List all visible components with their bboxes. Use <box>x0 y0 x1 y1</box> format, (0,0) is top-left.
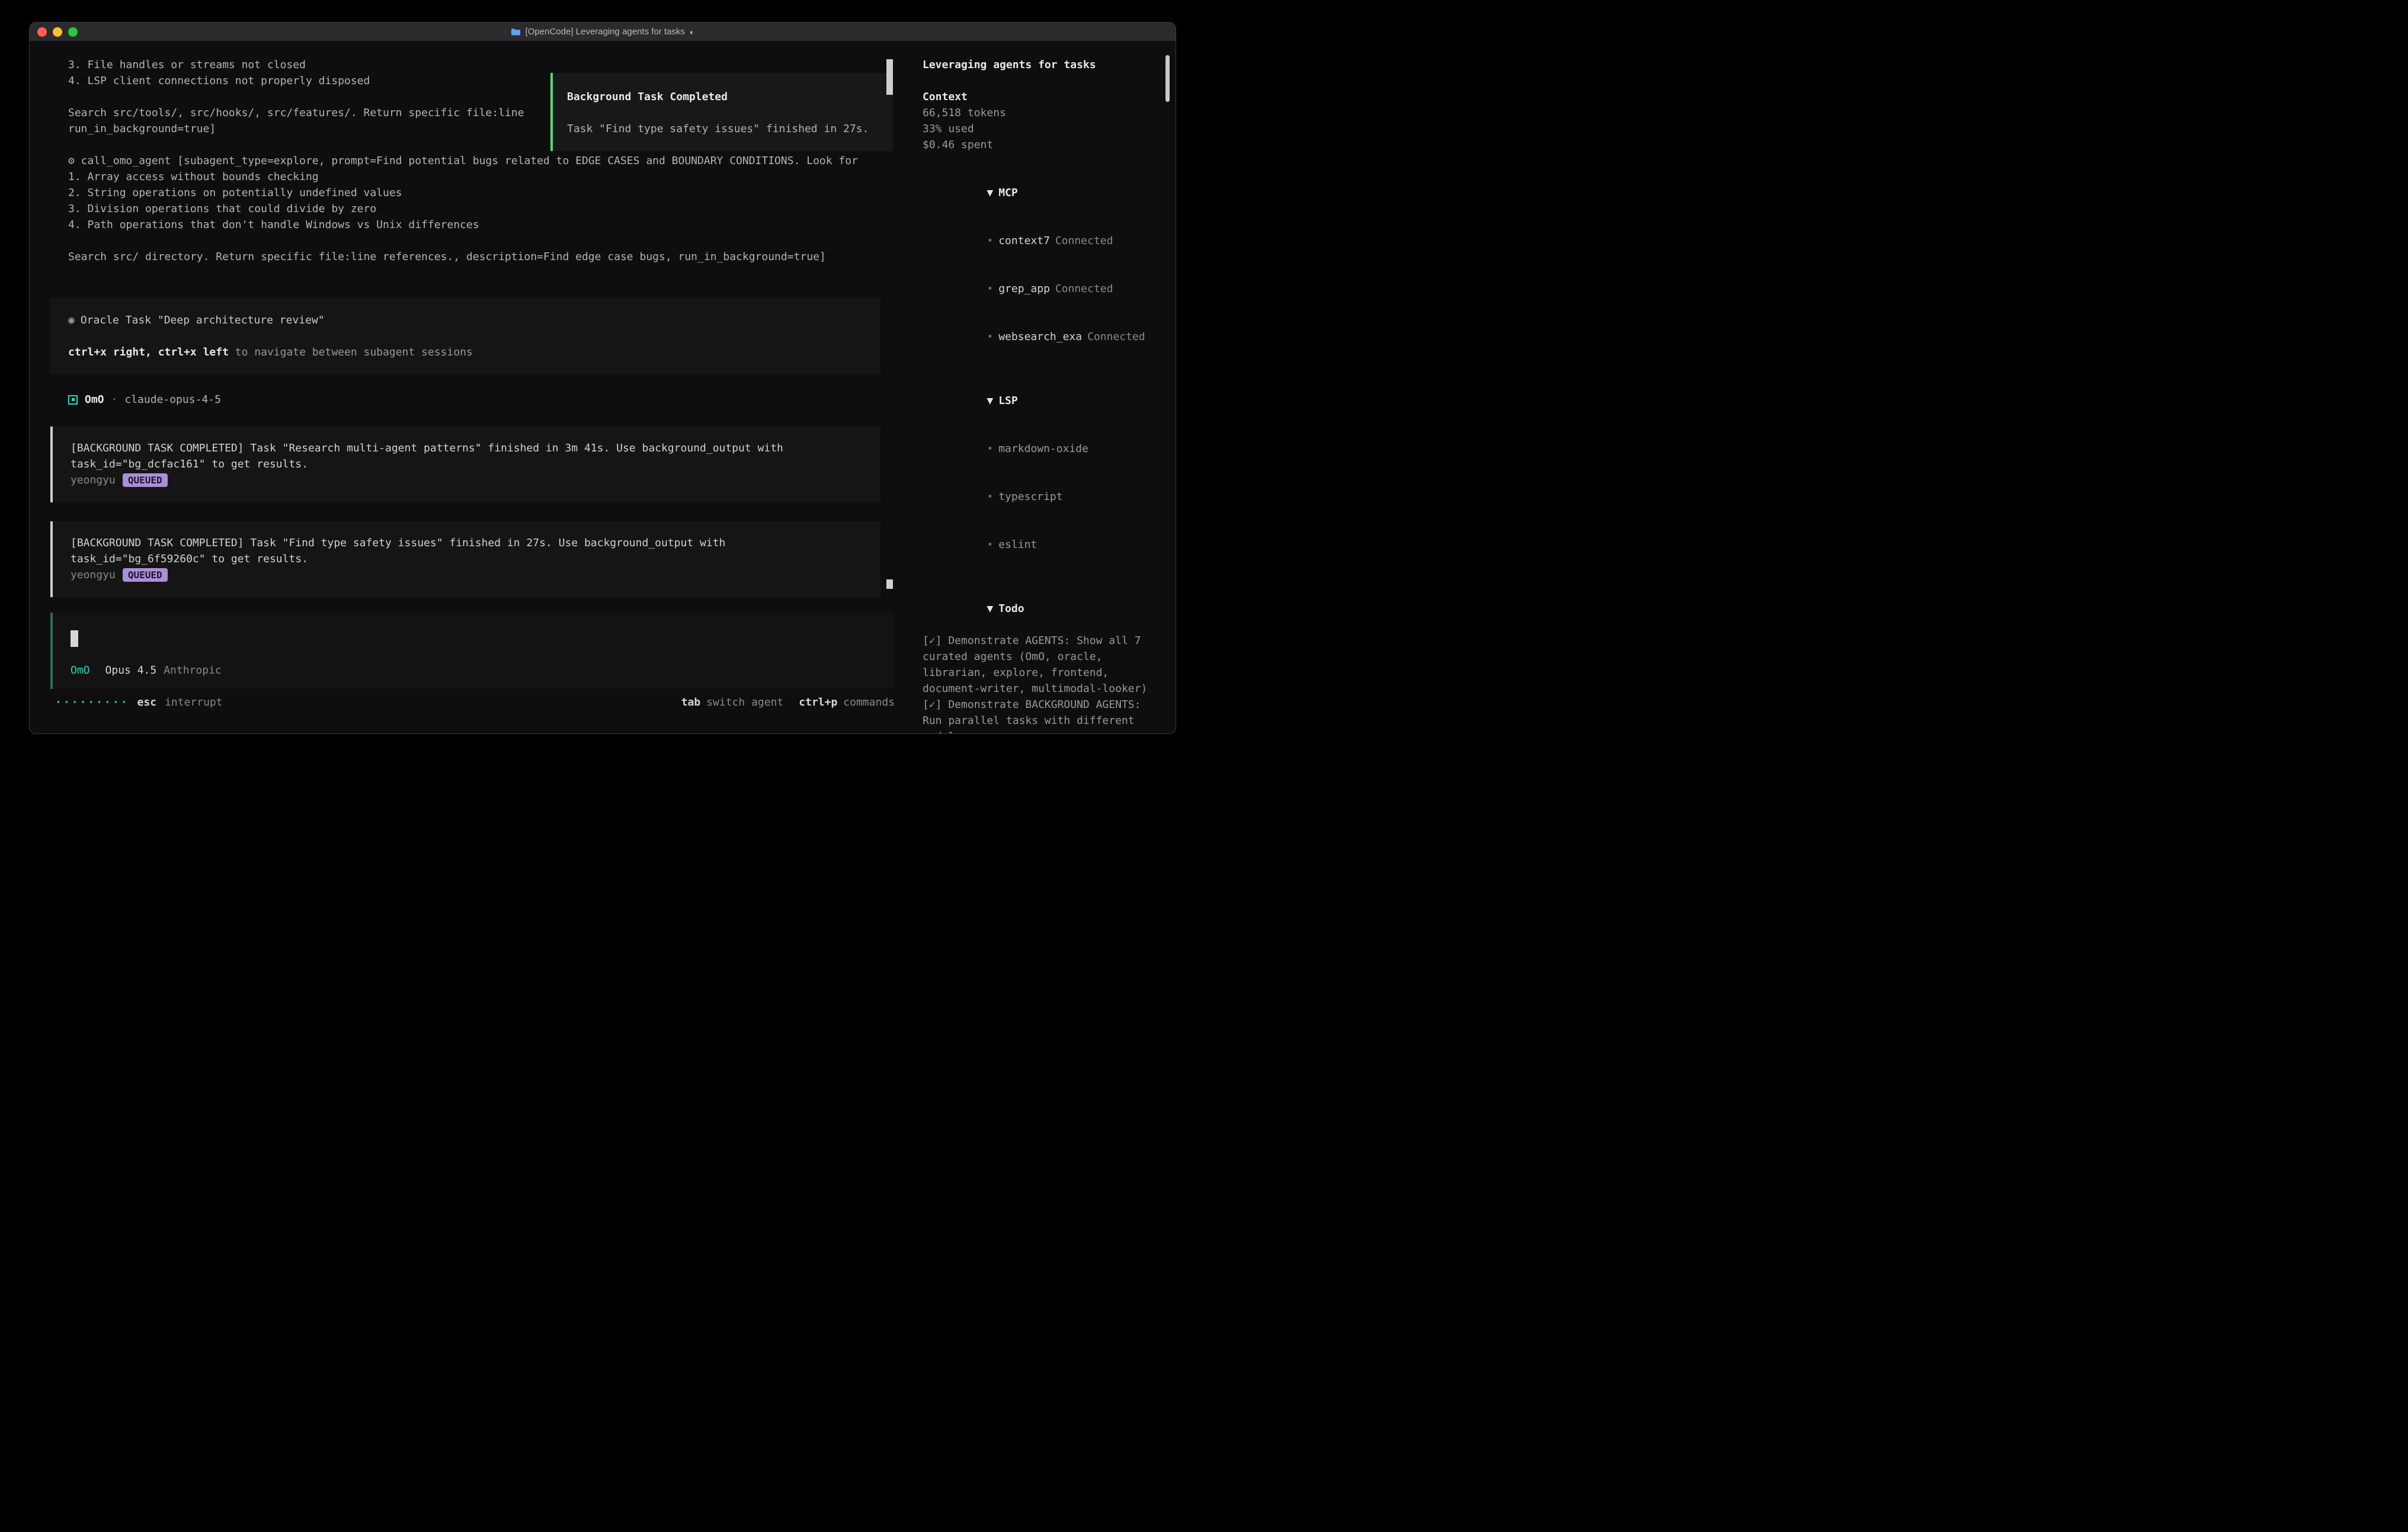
bullet-icon: • <box>987 443 993 455</box>
mcp-heading: MCP <box>998 187 1018 199</box>
mcp-status: Connected <box>1055 283 1113 295</box>
input-model-name: Opus 4.5 <box>105 662 157 678</box>
tab-key-label: tab <box>681 694 701 710</box>
mcp-name: websearch_exa <box>998 331 1082 343</box>
message-card: [BACKGROUND TASK COMPLETED] Task "Find t… <box>50 521 880 597</box>
message-meta: yeongyu QUEUED <box>71 472 880 488</box>
toast-title: Background Task Completed <box>567 89 893 105</box>
oracle-bullet-icon: ◉ <box>68 314 75 326</box>
agent-separator: · <box>111 392 118 408</box>
status-bar: ········· esc interrupt tab switch agent… <box>55 694 895 710</box>
agent-header: OmO · claude-opus-4-5 <box>68 392 221 408</box>
ctrlp-hint: commands <box>843 694 895 710</box>
lsp-heading: LSP <box>998 395 1018 407</box>
bullet-icon: • <box>987 539 993 551</box>
agent-square-dot <box>72 398 75 401</box>
message-text-line1: [BACKGROUND TASK COMPLETED] Task "Resear… <box>71 440 880 456</box>
message-user: yeongyu <box>71 472 116 488</box>
mcp-section-header[interactable]: ▼ MCP <box>923 169 1163 217</box>
app-content: 3. File handles or streams not closed 4.… <box>30 41 1176 733</box>
esc-hint: interrupt <box>165 694 223 710</box>
mcp-status: Connected <box>1055 235 1113 247</box>
chat-pane[interactable]: 3. File handles or streams not closed 4.… <box>30 41 910 733</box>
bullet-icon: • <box>987 491 993 503</box>
bullet-icon: • <box>987 283 993 295</box>
window-title-area: [OpenCode] Leveraging agents for tasks ◐ <box>30 23 1176 41</box>
lsp-name: markdown-oxide <box>998 443 1088 455</box>
context-tokens: 66,518 tokens <box>923 105 1163 121</box>
lsp-section-header[interactable]: ▼ LSP <box>923 377 1163 425</box>
statusbar-right: tab switch agent ctrl+p commands <box>681 694 895 710</box>
message-card: [BACKGROUND TASK COMPLETED] Task "Resear… <box>50 427 880 502</box>
toast-body: Task "Find type safety issues" finished … <box>567 121 893 137</box>
oracle-hint-keys: ctrl+x right, ctrl+x left <box>68 346 229 358</box>
input-agent-name: OmO <box>71 662 90 678</box>
session-sidebar: Leveraging agents for tasks Context 66,5… <box>910 41 1176 733</box>
message-text-line2: task_id="bg_6f59260c" to get results. <box>71 551 880 567</box>
mcp-status: Connected <box>1087 331 1145 343</box>
text-cursor <box>71 630 78 647</box>
ctrlp-key-label: ctrl+p <box>799 694 837 710</box>
todo-section-header[interactable]: ▼ Todo <box>923 585 1163 633</box>
lsp-name: typescript <box>998 491 1062 503</box>
appearance-moon-icon: ◐ <box>690 27 694 37</box>
mcp-name: grep_app <box>998 283 1050 295</box>
agent-model: claude-opus-4-5 <box>124 392 221 408</box>
context-used: 33% used <box>923 121 1163 137</box>
opencode-window: [OpenCode] Leveraging agents for tasks ◐… <box>29 22 1176 734</box>
chat-scrollbar-bottom-marker[interactable] <box>886 579 893 589</box>
esc-key-label: esc <box>137 694 157 710</box>
oracle-task-title: ◉ Oracle Task "Deep architecture review" <box>68 312 880 328</box>
tab-hint: switch agent <box>706 694 783 710</box>
oracle-hint-text: to navigate between subagent sessions <box>229 346 473 358</box>
chevron-down-icon: ▼ <box>987 602 993 615</box>
bullet-icon: • <box>987 331 993 343</box>
lsp-item: • markdown-oxide <box>923 425 1163 473</box>
todo-heading: Todo <box>998 602 1024 615</box>
queued-badge: QUEUED <box>123 473 168 487</box>
mcp-item: • websearch_exa Connected <box>923 313 1163 361</box>
message-text-line2: task_id="bg_dcfac161" to get results. <box>71 456 880 472</box>
agent-square-icon <box>68 395 78 405</box>
session-title: Leveraging agents for tasks <box>923 57 1163 73</box>
queued-badge: QUEUED <box>123 568 168 582</box>
todo-item: [✓] Demonstrate BACKGROUND AGENTS: Run p… <box>923 697 1163 734</box>
message-text-line1: [BACKGROUND TASK COMPLETED] Task "Find t… <box>71 535 880 551</box>
spinner-dots-icon: ········· <box>55 694 129 710</box>
window-title: [OpenCode] Leveraging agents for tasks <box>526 27 685 37</box>
mcp-item: • grep_app Connected <box>923 265 1163 313</box>
chevron-down-icon: ▼ <box>987 187 993 199</box>
sidebar-scrollbar-thumb[interactable] <box>1165 55 1170 102</box>
bullet-icon: • <box>987 235 993 247</box>
lsp-item: • eslint <box>923 521 1163 569</box>
mcp-item: • context7 Connected <box>923 217 1163 265</box>
agent-name: OmO <box>85 392 104 408</box>
folder-icon <box>511 28 521 36</box>
sidebar-content: Leveraging agents for tasks Context 66,5… <box>910 41 1176 734</box>
context-spent: $0.46 spent <box>923 137 1163 153</box>
chat-scrollbar-thumb[interactable] <box>886 59 893 95</box>
oracle-title-text: Oracle Task "Deep architecture review" <box>81 314 325 326</box>
chevron-down-icon: ▼ <box>987 395 993 407</box>
input-provider-name: Anthropic <box>164 662 222 678</box>
context-heading: Context <box>923 89 1163 105</box>
lsp-item: • typescript <box>923 473 1163 521</box>
window-titlebar[interactable]: [OpenCode] Leveraging agents for tasks ◐ <box>30 23 1176 41</box>
message-meta: yeongyu QUEUED <box>71 567 880 583</box>
oracle-nav-hint: ctrl+x right, ctrl+x left to navigate be… <box>68 344 880 360</box>
lsp-name: eslint <box>998 539 1037 551</box>
message-user: yeongyu <box>71 567 116 583</box>
todo-item: [✓] Demonstrate AGENTS: Show all 7 curat… <box>923 633 1163 697</box>
input-status-line: OmO Opus 4.5 Anthropic <box>71 662 222 678</box>
prompt-input[interactable]: OmO Opus 4.5 Anthropic <box>50 613 893 689</box>
background-task-toast: Background Task Completed Task "Find typ… <box>550 73 893 151</box>
oracle-task-card: ◉Oracle Task "Deep architecture review" … <box>50 297 880 374</box>
statusbar-left: ········· esc interrupt <box>55 694 223 710</box>
mcp-name: context7 <box>998 235 1050 247</box>
